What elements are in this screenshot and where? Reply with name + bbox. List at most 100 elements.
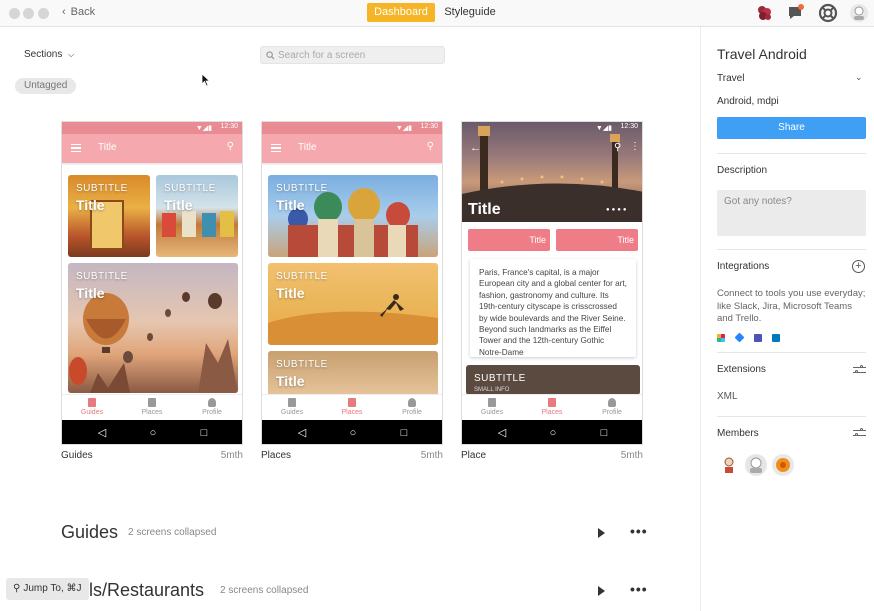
screen-name[interactable]: Places — [261, 450, 291, 461]
group-title[interactable]: els/Restaurants — [79, 580, 204, 601]
search-input[interactable]: Search for a screen — [260, 46, 445, 64]
title-bar: ‹ Back Dashboard Styleguide — [0, 0, 874, 27]
teams-icon[interactable] — [754, 334, 762, 342]
more-options-icon[interactable]: ••• — [630, 523, 648, 539]
screen-thumbnail-places[interactable]: ▼◢▮ 12:30 Title ⚲ SUBTITLE Title SUBTITL… — [261, 121, 443, 445]
carousel-dots-icon: ●●●● — [606, 207, 629, 213]
help-lifebuoy-icon[interactable] — [818, 3, 838, 23]
search-icon — [266, 51, 275, 60]
trello-icon[interactable] — [772, 334, 780, 342]
project-title: Travel Android — [717, 46, 807, 62]
nav-label: Places — [541, 409, 563, 416]
user-avatar-icon[interactable] — [849, 3, 869, 23]
app-window: ‹ Back Dashboard Styleguide Sections ⌵ Se… — [0, 0, 874, 611]
recents-square-icon: □ — [400, 427, 408, 439]
nav-label: Guides — [80, 409, 104, 416]
back-label: Back — [70, 6, 96, 18]
untagged-tag[interactable]: Untagged — [15, 78, 77, 94]
search-icon: ⚲ — [614, 142, 622, 153]
home-circle-icon: ○ — [149, 427, 157, 439]
app-bar-title: Title — [98, 142, 117, 153]
system-nav-bar: ◁ ○ □ — [462, 420, 642, 444]
nav-item-profile[interactable]: Profile — [382, 397, 442, 416]
card-title: Title — [164, 197, 193, 213]
separator — [717, 416, 866, 417]
bottom-navigation: Guides Places Profile — [462, 394, 642, 420]
description-heading: Description — [717, 165, 768, 176]
chevron-left-icon: ‹ — [62, 6, 66, 18]
card-subtitle: SUBTITLE — [164, 183, 216, 194]
project-logo-icon[interactable] — [754, 3, 774, 23]
places-icon — [348, 398, 356, 407]
jump-to-button[interactable]: ⚲ Jump To, ⌘J — [6, 578, 89, 600]
screen-name[interactable]: Guides — [61, 450, 93, 461]
sections-dropdown[interactable]: Sections ⌵ — [24, 49, 74, 60]
status-time: 12:30 — [620, 123, 638, 130]
tab-dashboard[interactable]: Dashboard — [367, 3, 435, 22]
menu-icon — [271, 144, 281, 152]
notes-placeholder: Got any notes? — [724, 196, 792, 207]
nav-label: Profile — [602, 409, 622, 416]
share-button[interactable]: Share — [717, 117, 866, 139]
extensions-settings-icon[interactable] — [853, 365, 866, 375]
beach-hut-shape — [220, 211, 234, 237]
integrations-description: Connect to tools you use everyday; like … — [717, 288, 866, 325]
guides-icon — [88, 398, 96, 407]
category-select[interactable]: Travel — [717, 73, 744, 84]
nav-item-profile[interactable]: Profile — [182, 397, 242, 416]
group-title[interactable]: Guides — [61, 522, 118, 543]
guide-card: SUBTITLE Title — [68, 175, 150, 257]
slack-icon[interactable] — [717, 334, 725, 342]
window-zoom-button[interactable] — [38, 8, 49, 19]
mouse-cursor-icon — [201, 73, 211, 87]
member-avatar[interactable] — [744, 453, 768, 477]
card-title: Title — [76, 285, 105, 301]
integrations-heading: Integrations — [717, 261, 770, 272]
panel-divider — [700, 27, 701, 611]
place-action-button[interactable]: Title — [468, 229, 550, 251]
member-avatar[interactable] — [771, 453, 795, 477]
status-time: 12:30 — [420, 123, 438, 130]
screen-thumbnail-place[interactable]: ▼◢▮ 12:30 ← ⚲ ⋮ Title ●●●● Title Title P… — [461, 121, 643, 445]
chevron-down-icon[interactable]: ⌄ — [855, 72, 863, 83]
nav-item-places[interactable]: Places — [122, 397, 182, 416]
card-subtitle: SUBTITLE — [76, 271, 128, 282]
notes-textarea[interactable]: Got any notes? — [717, 190, 866, 236]
place-action-button[interactable]: Title — [556, 229, 638, 251]
places-icon — [148, 398, 156, 407]
screen-thumbnail-guides[interactable]: ▼◢▮ 12:30 Title ⚲ SUBTITLE Title SUBTITL… — [61, 121, 243, 445]
separator — [717, 352, 866, 353]
add-integration-icon[interactable]: + — [852, 260, 865, 273]
hero-image: ▼◢▮ 12:30 ← ⚲ ⋮ Title ●●●● — [462, 122, 642, 222]
member-avatar[interactable] — [717, 453, 741, 477]
platform-label: Android, mdpi — [717, 96, 779, 107]
back-triangle-icon: ◁ — [97, 427, 107, 439]
members-settings-icon[interactable] — [853, 428, 866, 438]
signal-icon: ▼◢▮ — [395, 125, 412, 132]
nav-item-guides[interactable]: Guides — [62, 397, 122, 416]
nav-item-guides[interactable]: Guides — [462, 397, 522, 416]
more-options-icon[interactable]: ••• — [630, 581, 648, 597]
nav-item-profile[interactable]: Profile — [582, 397, 642, 416]
nav-item-guides[interactable]: Guides — [262, 397, 322, 416]
jira-icon[interactable] — [734, 332, 745, 343]
screen-name[interactable]: Place — [461, 450, 486, 461]
nav-item-places[interactable]: Places — [322, 397, 382, 416]
card-title: Title — [276, 197, 305, 213]
more-vertical-icon: ⋮ — [630, 141, 640, 152]
notifications-icon[interactable] — [786, 3, 806, 23]
place-card: SUBTITLE Title — [268, 263, 438, 345]
nav-item-places[interactable]: Places — [522, 397, 582, 416]
play-icon[interactable] — [598, 528, 605, 538]
app-bar: Title ⚲ — [262, 134, 442, 163]
tab-styleguide[interactable]: Styleguide — [440, 3, 500, 22]
extension-xml[interactable]: XML — [717, 391, 738, 402]
nav-label: Guides — [280, 409, 304, 416]
back-button[interactable]: ‹ Back — [62, 6, 95, 18]
window-minimize-button[interactable] — [23, 8, 34, 19]
sections-label: Sections — [24, 49, 63, 60]
screen-age: 5mth — [220, 450, 243, 461]
window-close-button[interactable] — [9, 8, 20, 19]
guides-icon — [488, 398, 496, 407]
play-icon[interactable] — [598, 586, 605, 596]
